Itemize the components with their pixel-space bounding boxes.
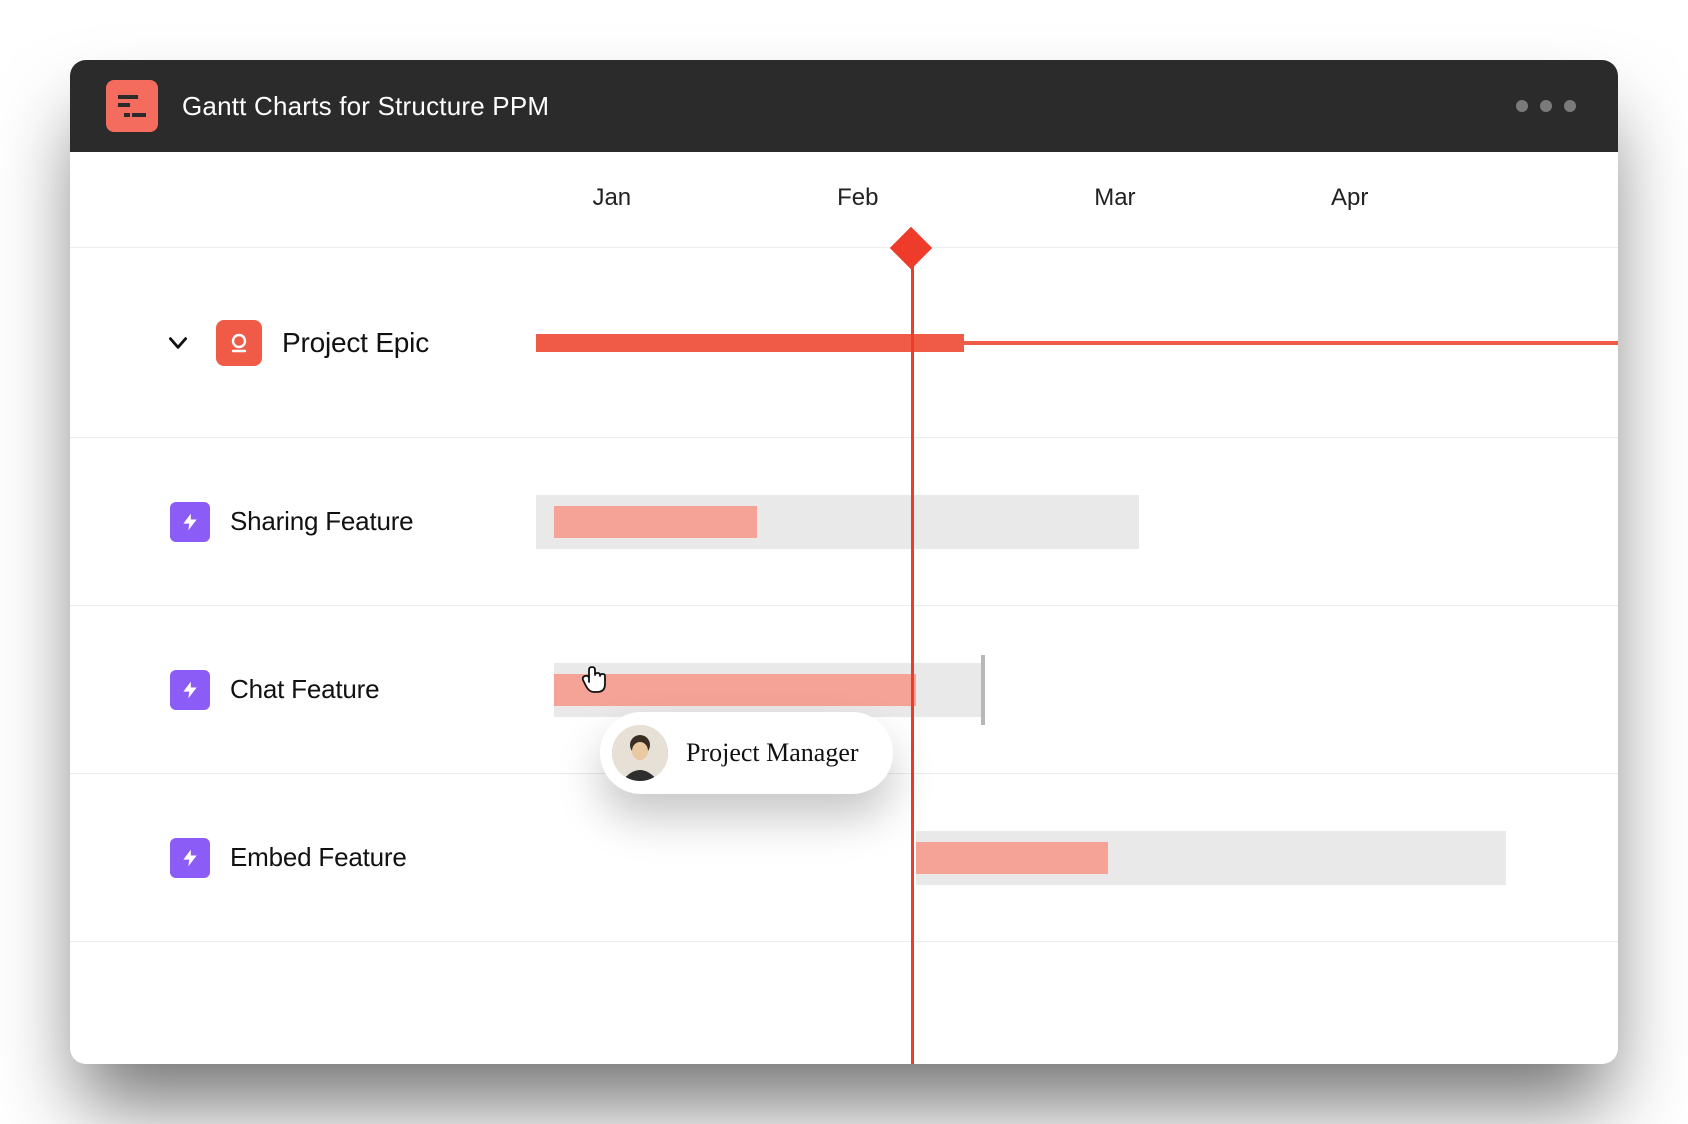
gantt-row-epic[interactable]: Project Epic bbox=[70, 248, 1618, 438]
item-timeline[interactable] bbox=[500, 774, 1618, 941]
collapse-toggle[interactable] bbox=[160, 325, 196, 361]
gantt-body: Jan Feb Mar Apr bbox=[70, 152, 1618, 1064]
avatar bbox=[612, 725, 668, 781]
task-progress-bar[interactable] bbox=[916, 842, 1108, 874]
window-controls[interactable] bbox=[1516, 100, 1576, 112]
gantt-row-item[interactable]: Sharing Feature bbox=[70, 438, 1618, 606]
feature-icon bbox=[170, 670, 210, 710]
month-label: Jan bbox=[592, 184, 631, 212]
bolt-icon bbox=[180, 848, 200, 868]
feature-icon bbox=[170, 838, 210, 878]
item-label: Embed Feature bbox=[230, 842, 407, 873]
month-label: Mar bbox=[1094, 184, 1135, 212]
chevron-down-icon bbox=[165, 330, 191, 356]
gantt-rows: Project Epic Sharing Feature bbox=[70, 248, 1618, 942]
bolt-icon bbox=[180, 680, 200, 700]
epic-icon bbox=[216, 320, 262, 366]
assignee-label: Project Manager bbox=[686, 738, 859, 768]
window-dot-icon[interactable] bbox=[1540, 100, 1552, 112]
app-title: Gantt Charts for Structure PPM bbox=[182, 91, 549, 122]
item-timeline[interactable] bbox=[500, 438, 1618, 605]
gantt-row-item[interactable]: Embed Feature bbox=[70, 774, 1618, 942]
item-label: Chat Feature bbox=[230, 674, 379, 705]
month-label: Feb bbox=[837, 184, 878, 212]
item-label: Sharing Feature bbox=[230, 506, 413, 537]
titlebar: Gantt Charts for Structure PPM bbox=[70, 60, 1618, 152]
month-label: Apr bbox=[1331, 184, 1368, 212]
timeline-header: Jan Feb Mar Apr bbox=[70, 152, 1618, 248]
assignee-tooltip: Project Manager bbox=[600, 712, 893, 794]
epic-remaining-line[interactable] bbox=[964, 341, 1618, 345]
epic-progress-bar[interactable] bbox=[536, 334, 964, 352]
bolt-icon bbox=[180, 512, 200, 532]
window-dot-icon[interactable] bbox=[1516, 100, 1528, 112]
gantt-window: Gantt Charts for Structure PPM Jan Feb Mar… bbox=[70, 60, 1618, 1064]
epic-label: Project Epic bbox=[282, 327, 429, 359]
task-end-cap bbox=[981, 655, 985, 725]
task-progress-bar[interactable] bbox=[554, 674, 916, 706]
epic-timeline[interactable] bbox=[500, 248, 1618, 437]
task-progress-bar[interactable] bbox=[554, 506, 757, 538]
app-logo-icon bbox=[106, 80, 158, 132]
feature-icon bbox=[170, 502, 210, 542]
window-dot-icon[interactable] bbox=[1564, 100, 1576, 112]
